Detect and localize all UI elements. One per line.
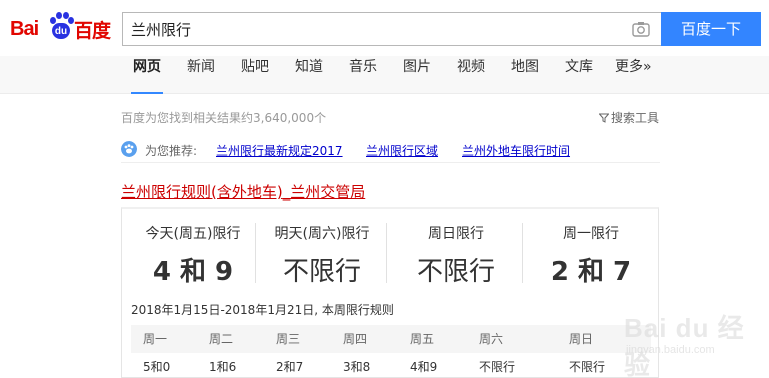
recommend-link[interactable]: 兰州限行区域 [366,142,438,159]
paw-recommend-icon [121,141,137,157]
tab-images[interactable]: 图片 [403,56,431,94]
search-tabs: 网页 新闻 贴吧 知道 音乐 图片 视频 地图 文库 更多» [0,56,769,94]
day-value: 4 和 9 [152,257,234,287]
divider [386,223,387,283]
day-label: 周日限行 [428,226,484,242]
day-label: 周一限行 [563,226,619,242]
watermark: Bai du 经验 jingyan.baidu.com [588,296,768,378]
week-header-cell: 周六 [479,332,504,346]
week-table-header: 周一 周二 周三 周四 周五 周六 周日 [131,325,651,353]
tab-news[interactable]: 新闻 [187,56,215,94]
week-value-cell: 5和0 [143,360,171,374]
camera-icon[interactable] [632,21,650,37]
week-header-cell: 周四 [343,332,368,346]
restriction-card: 今天(周五)限行 4 和 9 明天(周六)限行 不限行 周日限行 不限行 周一限… [121,207,659,378]
tab-tieba[interactable]: 贴吧 [241,56,269,94]
week-header-cell: 周二 [209,332,234,346]
logo-latin: Bai [10,18,39,40]
result-title-text: 兰州限行规则(含外地车) [121,183,283,201]
day-label: 明天(周六)限行 [274,226,370,242]
week-header-cell: 周三 [276,332,301,346]
tab-wenku[interactable]: 文库 [565,56,593,94]
result-title-site: _兰州交管局 [282,183,366,201]
tab-web[interactable]: 网页 [131,56,163,94]
week-value-cell: 2和7 [276,360,304,374]
divider [522,223,523,283]
search-button[interactable]: 百度一下 [661,12,761,46]
week-header-cell: 周五 [410,332,435,346]
tab-video[interactable]: 视频 [457,56,485,94]
week-value-cell: 不限行 [479,360,516,374]
week-value-cell: 3和8 [343,360,371,374]
search-box [122,12,662,46]
watermark-url: jingyan.baidu.com [626,344,715,356]
search-tools-label: 搜索工具 [610,111,659,125]
search-input[interactable] [123,13,623,45]
week-value-cell: 4和9 [410,360,438,374]
day-label: 今天(周五)限行 [145,226,241,242]
result-title-link[interactable]: 兰州限行规则(含外地车)_兰州交管局 [121,181,365,202]
tab-more[interactable]: 更多» [615,56,652,94]
logo-cn: 百度 [74,20,111,42]
recommend-link[interactable]: 兰州限行最新规定2017 [216,142,343,159]
result-count: 百度为您找到相关结果约3,640,000个 [121,111,327,125]
week-value-cell: 1和6 [209,360,237,374]
day-value: 2 和 7 [550,257,632,287]
recommend-bar: 为您推荐: 兰州限行最新规定2017 兰州限行区域 兰州外地车限行时间 [121,139,660,163]
search-tools-button[interactable]: 搜索工具 [598,109,659,126]
day-monday: 周一限行 2 和 7 [524,223,658,288]
day-value: 不限行 [282,257,361,287]
tab-map[interactable]: 地图 [511,56,539,94]
header: Bai du 百度 百度一下 [0,0,769,56]
day-sunday: 周日限行 不限行 [389,223,523,288]
recommend-label: 为您推荐: [145,144,198,158]
week-header-cell: 周一 [143,332,168,346]
watermark-text: Bai du 经验 [624,313,745,378]
funnel-icon [598,113,609,123]
day-value: 不限行 [416,257,495,287]
paw-icon: du [48,12,74,40]
recommend-link[interactable]: 兰州外地车限行时间 [462,142,570,159]
day-tomorrow: 明天(周六)限行 不限行 [255,223,389,288]
baidu-logo[interactable]: Bai du 百度 [10,8,114,44]
table-row: 5和0 1和6 2和7 3和8 4和9 不限行 不限行 [131,354,651,378]
day-today: 今天(周五)限行 4 和 9 [126,223,260,288]
week-caption: 2018年1月15日-2018年1月21日, 本周限行规则 [131,303,394,317]
tab-music[interactable]: 音乐 [349,56,377,94]
tab-zhidao[interactable]: 知道 [295,56,323,94]
